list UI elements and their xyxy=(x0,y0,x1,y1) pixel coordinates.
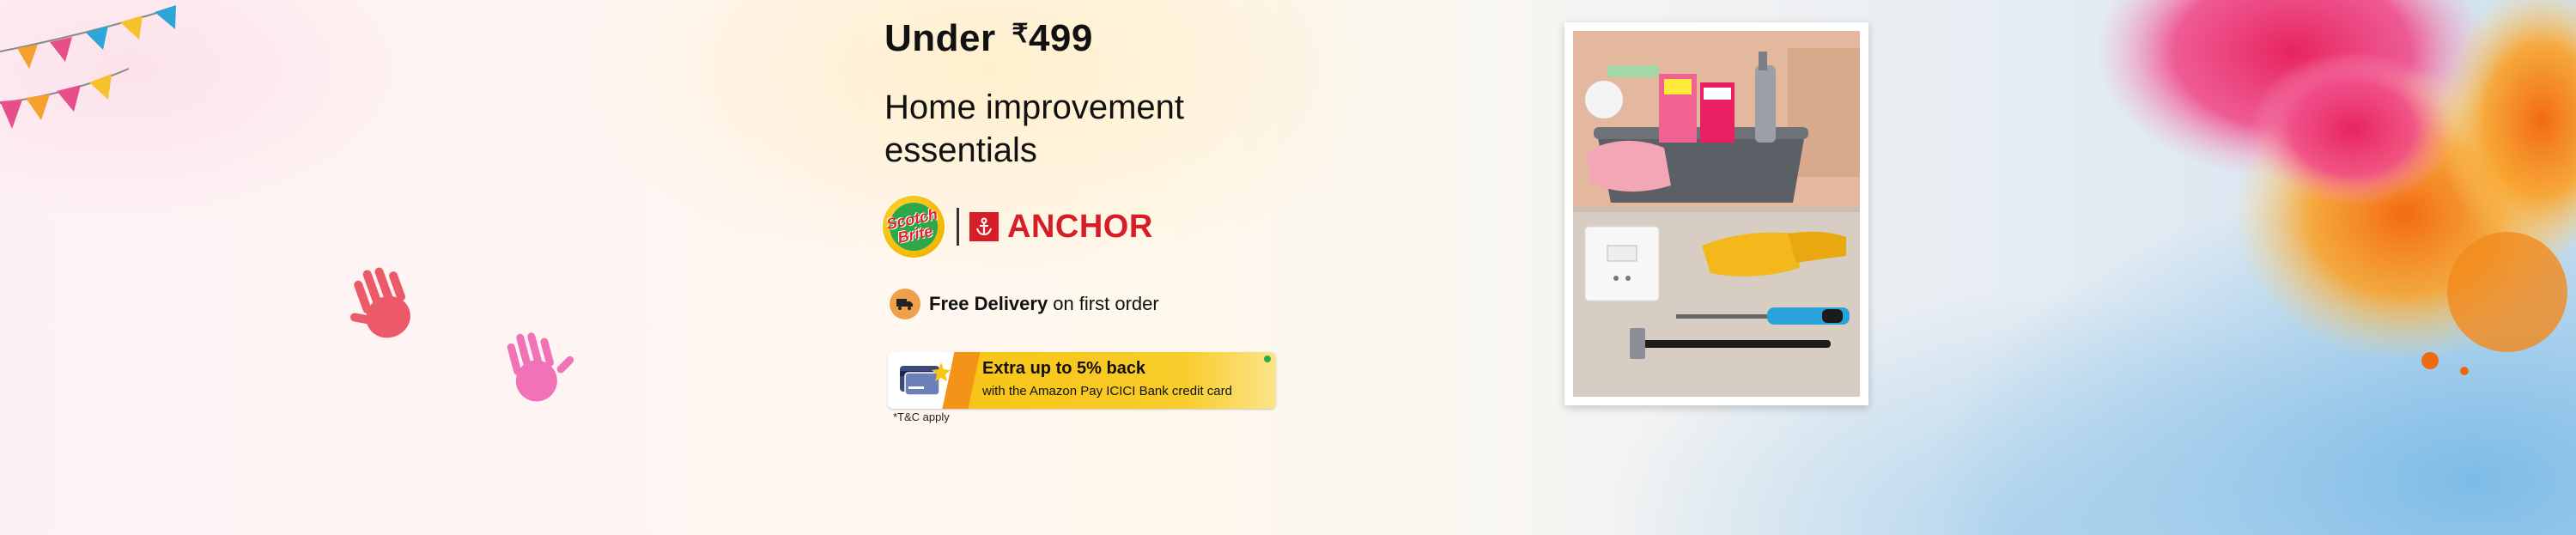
anchor-logo: ANCHOR xyxy=(969,209,1153,246)
cashback-offer[interactable]: Extra up to 5% back with the Amazon Pay … xyxy=(888,352,1276,409)
anchor-brand-name: ANCHOR xyxy=(1007,208,1153,245)
scotch-brite-logo: Scotch Brite xyxy=(883,196,945,258)
red-handprint-decoration xyxy=(349,267,410,338)
terms-and-conditions-note: *T&C apply xyxy=(893,410,950,423)
free-delivery-condition: on first order xyxy=(1053,293,1159,314)
offer-description: with the Amazon Pay ICICI Bank credit ca… xyxy=(982,384,1232,398)
headline-prefix: Under xyxy=(884,17,996,59)
free-delivery-label: Free Delivery xyxy=(929,293,1048,314)
product-photo-image xyxy=(1573,31,1860,397)
pink-handprint-decoration xyxy=(507,332,574,402)
headline-amount: 499 xyxy=(1028,17,1093,59)
holi-color-splash-decoration xyxy=(2095,0,2576,375)
anchor-icon xyxy=(969,212,999,241)
brand-logos: Scotch Brite ANCHOR xyxy=(883,196,1153,258)
rupee-symbol: ₹ xyxy=(1012,20,1029,48)
bunting-decoration xyxy=(0,5,176,129)
offer-text-area: Extra up to 5% back with the Amazon Pay … xyxy=(960,352,1276,409)
offer-title: Extra up to 5% back xyxy=(982,359,1146,378)
offer-indicator-dot xyxy=(1264,356,1271,362)
product-photo[interactable] xyxy=(1564,22,1868,405)
promo-banner[interactable]: Under ₹499 Home improvement essentials S… xyxy=(0,0,2576,535)
subheadline: Home improvement essentials xyxy=(884,88,1185,169)
price-headline: Under ₹499 xyxy=(884,17,1093,60)
logo-divider xyxy=(957,208,959,246)
delivery-truck-icon xyxy=(890,289,920,319)
free-delivery-line: Free Delivery on first order xyxy=(890,289,1159,319)
scotch-brite-label: Scotch Brite xyxy=(884,205,939,246)
